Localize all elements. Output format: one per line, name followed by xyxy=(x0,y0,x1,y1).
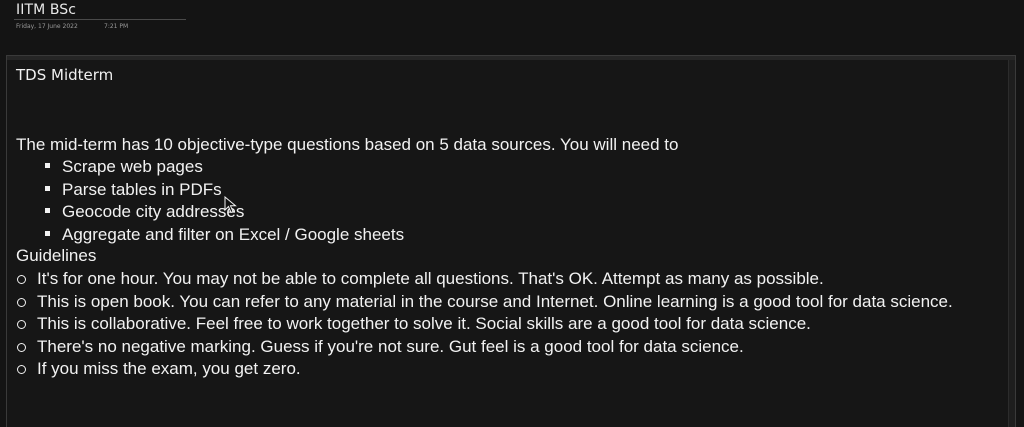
square-bullet-icon xyxy=(45,230,50,236)
intro-paragraph[interactable]: The mid-term has 10 objective-type quest… xyxy=(16,135,678,155)
note-container[interactable]: TDS Midterm The mid-term has 10 objectiv… xyxy=(6,55,1016,427)
list-item[interactable]: This is collaborative. Feel free to work… xyxy=(16,313,1006,336)
task-text: Scrape web pages xyxy=(62,157,203,176)
mouse-pointer-icon xyxy=(224,196,237,214)
page-time: 7:21 PM xyxy=(104,23,129,30)
task-list: Scrape web pages Parse tables in PDFs Ge… xyxy=(35,156,404,246)
list-item[interactable]: Geocode city addresses xyxy=(35,201,404,224)
guideline-text: It's for one hour. You may not be able t… xyxy=(37,269,824,288)
square-bullet-icon xyxy=(45,185,50,191)
guidelines-list: It's for one hour. You may not be able t… xyxy=(16,268,1006,381)
list-item[interactable]: Parse tables in PDFs xyxy=(35,179,404,202)
task-text: Geocode city addresses xyxy=(62,202,245,221)
note-heading[interactable]: TDS Midterm xyxy=(16,66,113,84)
note-container-handle[interactable] xyxy=(7,56,1015,60)
page-title[interactable]: IITM BSc xyxy=(16,2,76,18)
task-text: Parse tables in PDFs xyxy=(62,179,222,199)
list-item[interactable]: It's for one hour. You may not be able t… xyxy=(16,268,1006,291)
guideline-text: There's no negative marking. Guess if yo… xyxy=(37,336,744,356)
guideline-text: This is open book. You can refer to any … xyxy=(37,291,953,311)
list-item[interactable]: There's no negative marking. Guess if yo… xyxy=(16,336,1006,359)
page-header: IITM BSc Friday, 17 June 2022 7:21 PM xyxy=(0,0,1024,40)
page-date: Friday, 17 June 2022 xyxy=(16,23,78,30)
title-underline xyxy=(14,19,186,20)
guideline-text: This is collaborative. Feel free to work… xyxy=(37,314,811,333)
guidelines-heading[interactable]: Guidelines xyxy=(16,246,96,266)
circle-bullet-icon xyxy=(17,365,26,374)
list-item[interactable]: Scrape web pages xyxy=(35,156,404,179)
square-bullet-icon xyxy=(45,163,50,169)
circle-bullet-icon xyxy=(17,275,26,284)
circle-bullet-icon xyxy=(17,297,26,307)
list-item[interactable]: If you miss the exam, you get zero. xyxy=(16,358,1006,381)
note-scrollbar[interactable] xyxy=(1008,60,1015,427)
task-text: Aggregate and filter on Excel / Google s… xyxy=(62,224,405,244)
square-bullet-icon xyxy=(45,208,50,214)
list-item[interactable]: This is open book. You can refer to any … xyxy=(16,291,1006,314)
list-item[interactable]: Aggregate and filter on Excel / Google s… xyxy=(35,224,404,247)
circle-bullet-icon xyxy=(17,320,26,329)
guideline-text: If you miss the exam, you get zero. xyxy=(37,359,301,378)
circle-bullet-icon xyxy=(17,342,26,352)
